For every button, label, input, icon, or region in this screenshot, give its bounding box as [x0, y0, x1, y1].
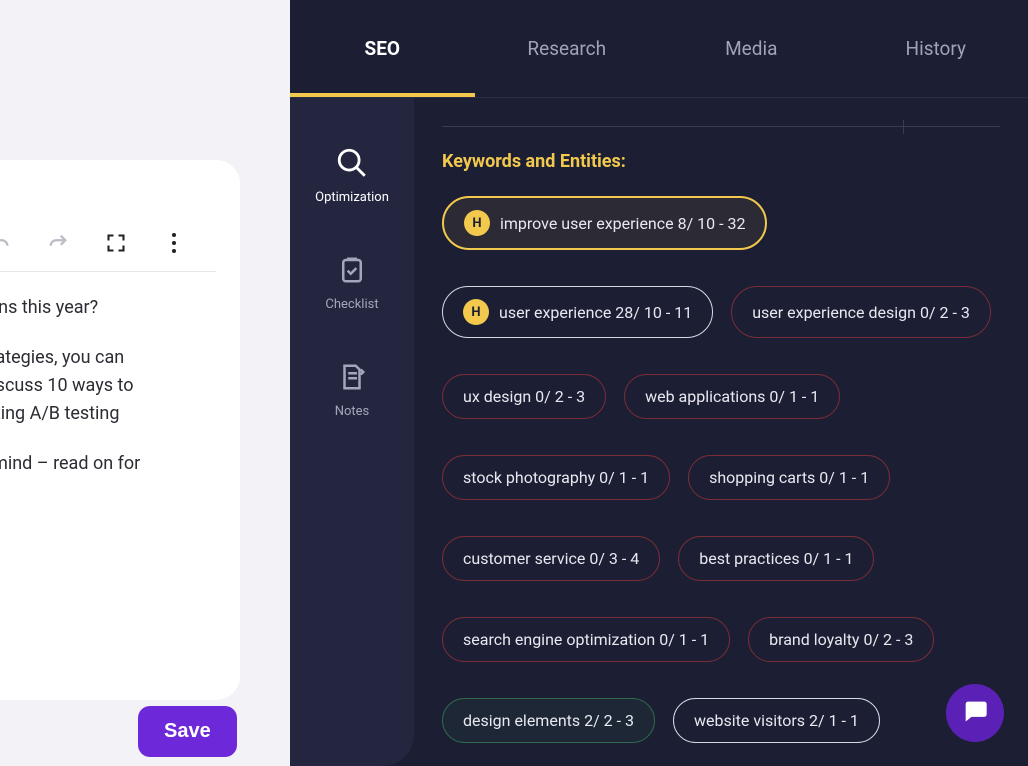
rail-label: Checklist	[325, 297, 378, 312]
fullscreen-icon[interactable]	[104, 231, 128, 255]
chat-fab[interactable]	[946, 684, 1004, 742]
side-rail: Optimization Checklist Notes	[290, 98, 414, 766]
search-icon	[335, 146, 369, 180]
chip-label: customer service 0/ 3 - 4	[463, 549, 639, 568]
tab-seo[interactable]: SEO	[290, 0, 475, 97]
content-area: Keywords and Entities: Himprove user exp…	[414, 98, 1028, 766]
rail-notes[interactable]: Notes	[335, 360, 370, 419]
chip-label: web applications 0/ 1 - 1	[645, 387, 819, 406]
chip-label: website visitors 2/ 1 - 1	[694, 711, 859, 730]
clipboard-check-icon	[335, 253, 369, 287]
editor-line: versions this year?	[0, 294, 240, 322]
editor-toolbar	[0, 160, 216, 272]
keyword-chip[interactable]: user experience design 0/ 2 - 3	[731, 286, 991, 338]
h-badge: H	[463, 299, 489, 325]
editor-body[interactable]: versions this year? ng strategies, you c…	[0, 272, 240, 478]
chip-label: ux design 0/ 2 - 3	[463, 387, 585, 406]
keyword-chip[interactable]: website visitors 2/ 1 - 1	[673, 698, 880, 743]
chip-label: brand loyalty 0/ 2 - 3	[769, 630, 913, 649]
notes-icon	[335, 360, 369, 394]
chip-label: improve user experience 8/ 10 - 32	[500, 214, 745, 233]
h-badge: H	[464, 210, 490, 236]
more-icon[interactable]	[162, 231, 186, 255]
section-title: Keywords and Entities:	[442, 151, 1000, 172]
keyword-chip[interactable]: web applications 0/ 1 - 1	[624, 374, 840, 419]
redo-icon[interactable]	[46, 231, 70, 255]
seo-panel: SEO Research Media History Optimization …	[290, 0, 1028, 766]
tab-media[interactable]: Media	[659, 0, 844, 97]
chip-label: user experience 28/ 10 - 11	[499, 303, 692, 322]
rail-checklist[interactable]: Checklist	[325, 253, 378, 312]
divider	[442, 126, 1000, 127]
keyword-chip[interactable]: customer service 0/ 3 - 4	[442, 536, 660, 581]
chip-label: user experience design 0/ 2 - 3	[752, 303, 970, 322]
chip-label: stock photography 0/ 1 - 1	[463, 468, 649, 487]
keyword-chip[interactable]: Himprove user experience 8/ 10 - 32	[442, 196, 767, 250]
chip-label: shopping carts 0/ 1 - 1	[709, 468, 869, 487]
panel-body: Optimization Checklist Notes Keywords an…	[290, 98, 1028, 766]
keyword-chip[interactable]: ux design 0/ 2 - 3	[442, 374, 606, 419]
editor-line: ng strategies, you can will discuss 10 w…	[0, 344, 240, 428]
keyword-chip[interactable]: best practices 0/ 1 - 1	[678, 536, 874, 581]
editor-line: es in mind – read on for	[0, 450, 240, 478]
keyword-chips: Himprove user experience 8/ 10 - 32Huser…	[442, 196, 1000, 766]
tab-research[interactable]: Research	[475, 0, 660, 97]
tabs: SEO Research Media History	[290, 0, 1028, 98]
keyword-chip[interactable]: design elements 2/ 2 - 3	[442, 698, 655, 743]
rail-optimization[interactable]: Optimization	[315, 146, 389, 205]
save-button[interactable]: Save	[138, 706, 237, 757]
keyword-chip[interactable]: brand loyalty 0/ 2 - 3	[748, 617, 934, 662]
keyword-chip[interactable]: Huser experience 28/ 10 - 11	[442, 286, 713, 338]
keyword-chip[interactable]: shopping carts 0/ 1 - 1	[688, 455, 890, 500]
rail-label: Notes	[335, 404, 370, 419]
chat-icon	[961, 697, 989, 729]
tab-history[interactable]: History	[844, 0, 1028, 97]
keyword-chip[interactable]: search engine optimization 0/ 1 - 1	[442, 617, 730, 662]
chip-label: design elements 2/ 2 - 3	[463, 711, 634, 730]
chip-label: search engine optimization 0/ 1 - 1	[463, 630, 709, 649]
editor-card: versions this year? ng strategies, you c…	[0, 160, 240, 700]
chip-label: best practices 0/ 1 - 1	[699, 549, 853, 568]
rail-label: Optimization	[315, 190, 389, 205]
undo-icon[interactable]	[0, 231, 12, 255]
keyword-chip[interactable]: stock photography 0/ 1 - 1	[442, 455, 670, 500]
